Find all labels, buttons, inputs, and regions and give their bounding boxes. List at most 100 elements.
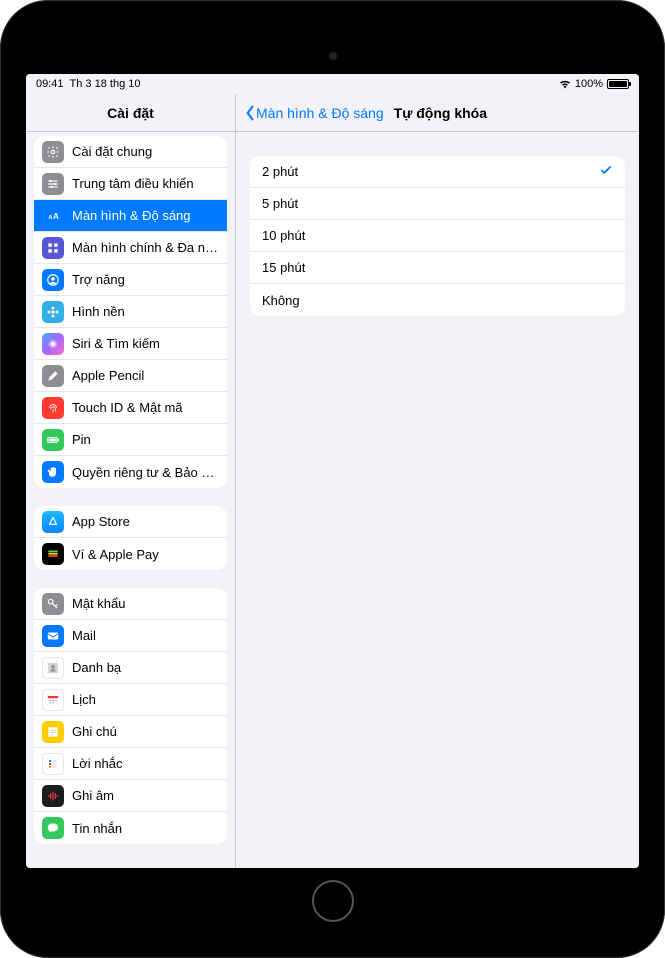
text-size-icon: AA — [42, 205, 64, 227]
hand-icon — [42, 461, 64, 483]
option-label: 15 phút — [262, 260, 305, 275]
sidebar-item-label: Ghi âm — [72, 788, 219, 803]
sidebar-title: Cài đặt — [26, 94, 235, 132]
sidebar-item-label: Hình nền — [72, 304, 219, 319]
autolock-option[interactable]: 15 phút — [250, 252, 625, 284]
contacts-icon — [42, 657, 64, 679]
sidebar-item-messages[interactable]: Tin nhắn — [34, 812, 227, 844]
sidebar-item-appstore[interactable]: App Store — [34, 506, 227, 538]
sidebar-group: App Store Ví & Apple Pay — [34, 506, 227, 570]
back-label: Màn hình & Độ sáng — [256, 105, 384, 121]
autolock-option[interactable]: 5 phút — [250, 188, 625, 220]
ipad-frame: 09:41 Th 3 18 thg 10 100% Cài đặt Cài đặ… — [0, 0, 665, 958]
sidebar-item-label: Danh bạ — [72, 660, 219, 675]
notes-icon — [42, 721, 64, 743]
sidebar-item-label: Siri & Tìm kiếm — [72, 336, 219, 351]
mail-icon — [42, 625, 64, 647]
split-view: Cài đặt Cài đặt chung Trung tâm điều khiể… — [26, 94, 639, 868]
sidebar-item-label: Màn hình & Độ sáng — [72, 208, 219, 223]
grid-icon — [42, 237, 64, 259]
key-icon — [42, 593, 64, 615]
sidebar-item-calendar[interactable]: Lịch — [34, 684, 227, 716]
message-icon — [42, 817, 64, 839]
sidebar-item-general[interactable]: Cài đặt chung — [34, 136, 227, 168]
detail-panel: Màn hình & Độ sáng Tự động khóa 2 phút 5 … — [236, 94, 639, 868]
sidebar-item-label: Màn hình chính & Đa nhiệm — [72, 240, 219, 255]
battery-icon — [42, 429, 64, 451]
chevron-left-icon — [244, 105, 256, 121]
sidebar-item-reminders[interactable]: Lời nhắc — [34, 748, 227, 780]
sidebar-item-label: Apple Pencil — [72, 368, 219, 383]
sidebar-item-label: Ví & Apple Pay — [72, 547, 219, 562]
appstore-icon — [42, 511, 64, 533]
flower-icon — [42, 301, 64, 323]
screen: 09:41 Th 3 18 thg 10 100% Cài đặt Cài đặ… — [26, 74, 639, 868]
fingerprint-icon — [42, 397, 64, 419]
status-date: Th 3 18 thg 10 — [70, 78, 141, 90]
svg-text:A: A — [53, 211, 59, 220]
sidebar-item-wallpaper[interactable]: Hình nền — [34, 296, 227, 328]
sidebar-item-accessibility[interactable]: Trợ năng — [34, 264, 227, 296]
sidebar-group: Mật khẩu Mail Danh bạ Lịch Ghi chú Lời nhắc Gh… — [34, 588, 227, 844]
sidebar-item-passwords[interactable]: Mật khẩu — [34, 588, 227, 620]
battery-icon — [607, 79, 629, 89]
sidebar-item-mail[interactable]: Mail — [34, 620, 227, 652]
sidebar-item-label: App Store — [72, 514, 219, 529]
status-left: 09:41 Th 3 18 thg 10 — [36, 78, 140, 90]
status-bar: 09:41 Th 3 18 thg 10 100% — [26, 74, 639, 94]
option-label: Không — [262, 293, 300, 308]
sidebar-item-privacy[interactable]: Quyền riêng tư & Bảo mật — [34, 456, 227, 488]
settings-sidebar: Cài đặt Cài đặt chung Trung tâm điều khiể… — [26, 94, 236, 868]
sidebar-item-label: Lời nhắc — [72, 756, 219, 771]
sidebar-item-label: Tin nhắn — [72, 821, 219, 836]
device-inner: 09:41 Th 3 18 thg 10 100% Cài đặt Cài đặ… — [18, 18, 647, 940]
checkmark-icon — [599, 163, 613, 180]
autolock-option[interactable]: 2 phút — [250, 156, 625, 188]
option-label: 5 phút — [262, 196, 298, 211]
sidebar-scroll[interactable]: Cài đặt chung Trung tâm điều khiển AA Màn h… — [26, 132, 235, 868]
back-button[interactable]: Màn hình & Độ sáng — [244, 105, 384, 121]
sidebar-item-siri[interactable]: Siri & Tìm kiếm — [34, 328, 227, 360]
status-right: 100% — [559, 78, 629, 90]
detail-nav: Màn hình & Độ sáng Tự động khóa — [236, 94, 639, 132]
front-camera — [329, 52, 337, 60]
sidebar-item-home[interactable]: Màn hình chính & Đa nhiệm — [34, 232, 227, 264]
sidebar-item-label: Ghi chú — [72, 724, 219, 739]
detail-body: 2 phút 5 phút 10 phút 15 phút Không — [236, 132, 639, 340]
sidebar-item-label: Pin — [72, 432, 219, 447]
sidebar-item-pencil[interactable]: Apple Pencil — [34, 360, 227, 392]
battery-percent: 100% — [575, 78, 603, 90]
autolock-options: 2 phút 5 phút 10 phút 15 phút Không — [250, 156, 625, 316]
sidebar-item-label: Cài đặt chung — [72, 144, 219, 159]
person-icon — [42, 269, 64, 291]
wifi-icon — [559, 79, 571, 89]
sidebar-item-label: Touch ID & Mật mã — [72, 400, 219, 415]
autolock-option[interactable]: Không — [250, 284, 625, 316]
sidebar-item-notes[interactable]: Ghi chú — [34, 716, 227, 748]
sidebar-item-label: Lịch — [72, 692, 219, 707]
option-label: 2 phút — [262, 164, 298, 179]
sidebar-item-label: Quyền riêng tư & Bảo mật — [72, 465, 219, 480]
wallet-icon — [42, 543, 64, 565]
sidebar-item-battery[interactable]: Pin — [34, 424, 227, 456]
home-button[interactable] — [312, 880, 354, 922]
sidebar-item-contacts[interactable]: Danh bạ — [34, 652, 227, 684]
status-time: 09:41 — [36, 78, 64, 90]
option-label: 10 phút — [262, 228, 305, 243]
detail-title: Tự động khóa — [394, 105, 487, 121]
sidebar-item-label: Trung tâm điều khiển — [72, 176, 219, 191]
sidebar-item-touchid[interactable]: Touch ID & Mật mã — [34, 392, 227, 424]
sidebar-item-wallet[interactable]: Ví & Apple Pay — [34, 538, 227, 570]
pencil-icon — [42, 365, 64, 387]
sidebar-item-label: Mật khẩu — [72, 596, 219, 611]
waveform-icon — [42, 785, 64, 807]
sidebar-item-display[interactable]: AA Màn hình & Độ sáng — [34, 200, 227, 232]
sliders-icon — [42, 173, 64, 195]
sidebar-group: Cài đặt chung Trung tâm điều khiển AA Màn h… — [34, 136, 227, 488]
reminders-icon — [42, 753, 64, 775]
calendar-icon — [42, 689, 64, 711]
autolock-option[interactable]: 10 phút — [250, 220, 625, 252]
sidebar-item-label: Mail — [72, 628, 219, 643]
sidebar-item-voicememos[interactable]: Ghi âm — [34, 780, 227, 812]
sidebar-item-control[interactable]: Trung tâm điều khiển — [34, 168, 227, 200]
